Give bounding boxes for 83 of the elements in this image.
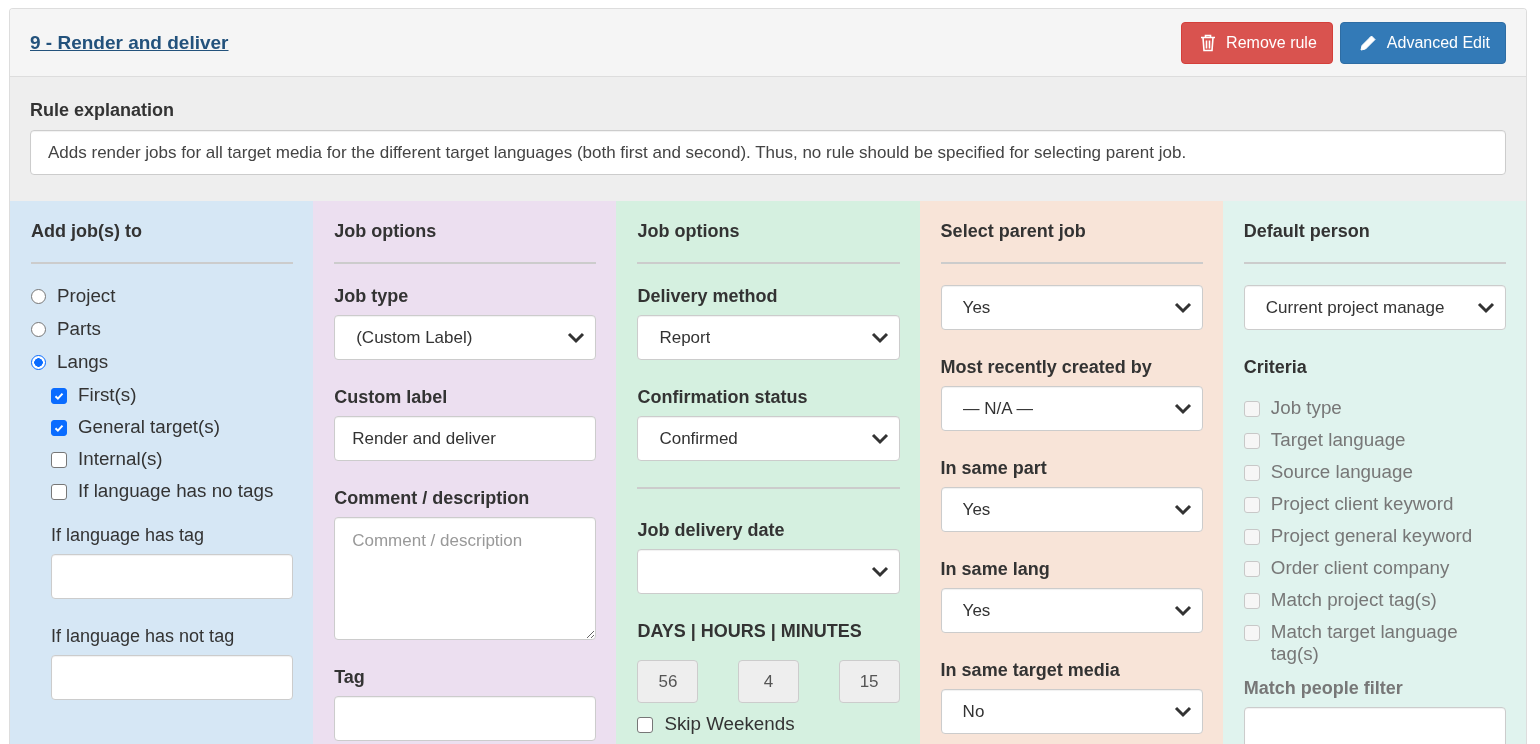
option-label: Project client keyword (1270, 493, 1454, 515)
option-label: Order client company (1270, 557, 1450, 579)
pencil-icon (1358, 33, 1377, 52)
dropdown[interactable]: Yes (940, 285, 1203, 330)
field-label: If language has not tag (51, 625, 236, 647)
dropdown[interactable]: (Custom Label) (334, 315, 597, 360)
dropdown[interactable]: Confirmed (637, 416, 900, 461)
dropdown[interactable]: Report (637, 315, 900, 360)
radio-button[interactable] (31, 355, 46, 370)
option-label: Target language (1270, 429, 1406, 451)
radio-button[interactable] (31, 322, 46, 337)
field-label: Tag (334, 666, 366, 688)
chevron-down-icon (1173, 301, 1192, 314)
column-heading: Job options (334, 219, 597, 264)
check-icon (53, 390, 65, 402)
option-label: Parts (57, 318, 101, 340)
field-label: In same target media (940, 659, 1121, 681)
chevron-down-icon (1173, 604, 1192, 617)
text-field[interactable] (51, 554, 294, 599)
chevron-down-icon (870, 565, 889, 578)
dropdown[interactable]: Current project manage (1243, 285, 1506, 330)
option-label: Source language (1270, 461, 1413, 483)
column-heading: Add job(s) to (31, 219, 294, 264)
option-label: Project general keyword (1270, 525, 1473, 547)
chevron-down-icon (1173, 503, 1192, 516)
chevron-down-icon (567, 331, 586, 344)
checkbox[interactable] (51, 388, 67, 404)
field-label: Job delivery date (637, 519, 786, 541)
rule-title-link[interactable]: 9 - Render and deliver (30, 31, 229, 54)
column-heading: Default person (1243, 219, 1506, 264)
duration-field[interactable]: 56 (637, 660, 699, 703)
text-field[interactable]: Render and deliver (334, 416, 597, 461)
checkbox[interactable] (51, 452, 67, 468)
explanation-field[interactable]: Adds render jobs for all target media for the different target languages (both first and second). Thus, no rule should be specified for selecting parent job. (30, 130, 1506, 175)
text-field[interactable] (1243, 707, 1506, 744)
dropdown[interactable]: Yes (940, 588, 1203, 633)
field-label: Match people filter (1243, 677, 1404, 699)
field-label: DAYS | HOURS | MINUTES (637, 620, 863, 642)
checkbox[interactable] (51, 484, 67, 500)
field-label: Confirmation status (637, 386, 809, 408)
option-label: Internal(s) (78, 448, 163, 470)
chevron-down-icon (1173, 402, 1192, 415)
field-label: In same lang (940, 558, 1051, 580)
field-label: Rule explanation (30, 99, 176, 121)
check-icon (53, 422, 65, 434)
field-label: Comment / description (334, 487, 531, 509)
option-label: First(s) (78, 384, 137, 406)
field-label: Custom label (334, 386, 449, 408)
dropdown[interactable] (637, 549, 900, 594)
option-label: Skip Weekends (664, 713, 795, 735)
field-label: If language has tag (51, 524, 206, 546)
option-label: Project (57, 285, 116, 307)
remove-button[interactable]: Remove rule (1181, 21, 1333, 64)
option-label: Job type (1270, 397, 1342, 419)
radio-button[interactable] (31, 289, 46, 304)
text-field[interactable] (334, 696, 597, 741)
chevron-down-icon (1173, 705, 1192, 718)
trash-icon (1200, 33, 1217, 52)
field-label: Job type (334, 285, 410, 307)
section-label: Criteria (1243, 356, 1308, 378)
field-label: Most recently created by (940, 356, 1153, 378)
option-label: Match project tag(s) (1270, 589, 1437, 611)
text-area[interactable]: Comment / description (334, 517, 597, 640)
chevron-down-icon (1477, 301, 1495, 314)
option-label: Match target language tag(s) (1270, 621, 1459, 665)
duration-field[interactable]: 15 (838, 660, 900, 703)
checkbox[interactable] (637, 717, 654, 733)
text-field[interactable] (51, 655, 294, 700)
chevron-down-icon (870, 432, 889, 445)
edit-button[interactable]: Advanced Edit (1339, 21, 1506, 64)
dropdown[interactable]: Yes (940, 487, 1203, 532)
duration-field[interactable]: 4 (738, 660, 799, 703)
option-label: If language has no tags (78, 480, 274, 502)
column-heading: Job options (637, 219, 900, 264)
option-label: Langs (57, 351, 109, 373)
dropdown[interactable]: — N/A — (940, 386, 1203, 431)
field-label: In same part (940, 457, 1048, 479)
dropdown[interactable]: No (940, 689, 1203, 734)
chevron-down-icon (870, 331, 889, 344)
field-label: Delivery method (637, 285, 779, 307)
checkbox[interactable] (51, 420, 67, 436)
column-heading: Select parent job (940, 219, 1203, 264)
option-label: General target(s) (78, 416, 220, 438)
